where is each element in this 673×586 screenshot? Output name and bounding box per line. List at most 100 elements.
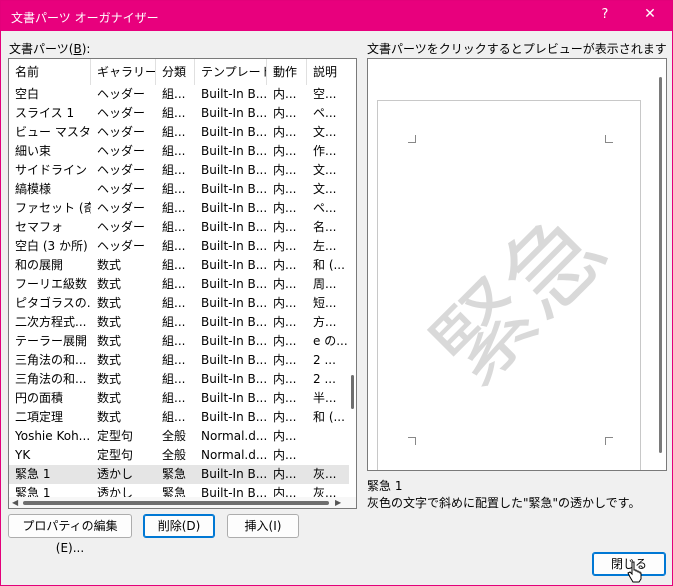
list-row[interactable]: 和の展開 数式 組... Built-In B... 内... 和 (... xyxy=(9,256,349,275)
cell-category: 組... xyxy=(162,87,186,101)
list-row[interactable]: 二次方程式... 数式 組... Built-In B... 内... 方... xyxy=(9,313,349,332)
cell-gallery: ヘッダー xyxy=(97,125,146,139)
list-row[interactable]: 三角法の和... 数式 組... Built-In B... 内... 2 ... xyxy=(9,370,349,389)
cell-template: Built-In B... xyxy=(201,467,267,481)
list-row[interactable]: 空白 (3 か所) ヘッダー 組... Built-In B... 内... 左... xyxy=(9,237,349,256)
cell-name: 二次方程式... xyxy=(15,315,87,329)
list-row[interactable]: ピタゴラスの... 数式 組... Built-In B... 内... 短... xyxy=(9,294,349,313)
cell-template: Built-In B... xyxy=(201,144,267,158)
cell-description: ペ... xyxy=(313,106,337,120)
cell-template: Built-In B... xyxy=(201,201,267,215)
cell-name: YK xyxy=(15,448,31,462)
help-button[interactable]: ? xyxy=(597,7,613,22)
list-row[interactable]: サイドライン ヘッダー 組... Built-In B... 内... 文... xyxy=(9,161,349,180)
list-row[interactable]: フーリエ級数 数式 組... Built-In B... 内... 周... xyxy=(9,275,349,294)
cell-gallery: 数式 xyxy=(97,277,122,291)
cell-gallery: ヘッダー xyxy=(97,220,146,234)
cell-category: 組... xyxy=(162,201,186,215)
cell-description: 2 ... xyxy=(313,353,336,367)
cell-behavior: 内... xyxy=(273,448,297,462)
cell-description: 和 (... xyxy=(313,258,345,272)
cell-template: Built-In B... xyxy=(201,372,267,386)
list-row[interactable]: ビュー マスターヘッダー 組... Built-In B... 内... 文... xyxy=(9,123,349,142)
cell-gallery: ヘッダー xyxy=(97,182,146,196)
cell-description: 2 ... xyxy=(313,372,336,386)
cell-category: 組... xyxy=(162,315,186,329)
column-header-description[interactable]: 説明 xyxy=(307,59,349,85)
cell-description: 文... xyxy=(313,182,337,196)
insert-button[interactable]: 挿入(I) xyxy=(227,514,299,538)
cell-gallery: 数式 xyxy=(97,372,122,386)
list-row[interactable]: 円の面積 数式 組... Built-In B... 内... 半... xyxy=(9,389,349,408)
scroll-left-icon[interactable]: ◀ xyxy=(12,498,18,507)
cell-gallery: ヘッダー xyxy=(97,106,146,120)
cell-template: Built-In B... xyxy=(201,410,267,424)
list-row[interactable]: Yoshie Koh... 定型句 全般 Normal.d... 内... xyxy=(9,427,349,446)
cell-name: 三角法の和... xyxy=(15,353,87,367)
cell-category: 全般 xyxy=(162,429,187,443)
list-row[interactable]: YK 定型句 全般 Normal.d... 内... xyxy=(9,446,349,465)
edit-properties-button[interactable]: プロパティの編集(E)... xyxy=(8,514,132,555)
list-horizontal-scrollbar[interactable]: ◀ ▶ xyxy=(9,497,356,508)
cell-gallery: 数式 xyxy=(97,258,122,272)
preview-page: 緊急 xyxy=(377,100,641,470)
cell-template: Built-In B... xyxy=(201,87,267,101)
list-row[interactable]: 緊急 1 透かし 緊急 Built-In B... 内... 灰... xyxy=(9,465,349,484)
list-header: 名前 ギャラリー 分類 テンプレート 動作 説明 xyxy=(9,59,356,85)
list-row[interactable]: 空白 ヘッダー 組... Built-In B... 内... 空... xyxy=(9,85,349,104)
cell-name: 円の面積 xyxy=(15,391,64,405)
cell-category: 組... xyxy=(162,372,186,386)
cell-description: 周... xyxy=(313,277,337,291)
cell-behavior: 内... xyxy=(273,106,297,120)
list-horizontal-scroll-thumb[interactable] xyxy=(23,501,329,505)
column-header-name[interactable]: 名前 xyxy=(9,59,91,85)
list-vertical-scrollbar[interactable] xyxy=(349,59,356,499)
building-blocks-list[interactable]: 名前 ギャラリー 分類 テンプレート 動作 説明 空白 ヘッダー 組... Built… xyxy=(8,58,357,509)
cell-gallery: ヘッダー xyxy=(97,163,146,177)
building-blocks-list-label: 文書パーツ(B): xyxy=(9,42,91,56)
list-row[interactable]: セマフォ ヘッダー 組... Built-In B... 内... 名... xyxy=(9,218,349,237)
selected-entry-description: 灰色の文字で斜めに配置した"緊急"の透かしです。 xyxy=(367,496,641,510)
preview-vertical-scroll-thumb[interactable] xyxy=(659,77,662,453)
close-window-button[interactable]: ✕ xyxy=(641,6,659,22)
list-row[interactable]: テーラー展開 数式 組... Built-In B... 内... e の... xyxy=(9,332,349,351)
cell-gallery: 定型句 xyxy=(97,429,134,443)
cell-name: 空白 (3 か所) xyxy=(15,239,88,253)
list-vertical-scroll-thumb[interactable] xyxy=(351,375,354,409)
cell-description: e の... xyxy=(313,334,348,348)
cell-template: Built-In B... xyxy=(201,239,267,253)
cell-gallery: ヘッダー xyxy=(97,87,146,101)
cell-description: ペ... xyxy=(313,201,337,215)
list-row[interactable]: 三角法の和... 数式 組... Built-In B... 内... 2 ... xyxy=(9,351,349,370)
column-header-gallery[interactable]: ギャラリー xyxy=(91,59,156,85)
cell-description: 半... xyxy=(313,391,337,405)
cell-behavior: 内... xyxy=(273,239,297,253)
cell-category: 組... xyxy=(162,391,186,405)
cell-behavior: 内... xyxy=(273,220,297,234)
cell-template: Normal.d... xyxy=(201,448,267,462)
delete-button[interactable]: 削除(D) xyxy=(143,514,215,538)
scroll-right-icon[interactable]: ▶ xyxy=(335,498,341,507)
cell-name: サイドライン xyxy=(15,163,88,177)
list-row[interactable]: 細い束 ヘッダー 組... Built-In B... 内... 作... xyxy=(9,142,349,161)
column-header-template[interactable]: テンプレート xyxy=(195,59,267,85)
cell-template: Built-In B... xyxy=(201,220,267,234)
list-row[interactable]: ファセット (奇... ヘッダー 組... Built-In B... 内... ペ... xyxy=(9,199,349,218)
column-header-behavior[interactable]: 動作 xyxy=(267,59,307,85)
margin-mark-top-right xyxy=(605,135,613,143)
cell-gallery: ヘッダー xyxy=(97,144,146,158)
cell-category: 組... xyxy=(162,182,186,196)
cell-template: Normal.d... xyxy=(201,429,267,443)
list-row[interactable]: スライス 1 ヘッダー 組... Built-In B... 内... ペ... xyxy=(9,104,349,123)
cell-gallery: 数式 xyxy=(97,296,122,310)
preview-vertical-scrollbar[interactable] xyxy=(655,59,666,470)
list-row[interactable]: 縞模様 ヘッダー 組... Built-In B... 内... 文... xyxy=(9,180,349,199)
cell-template: Built-In B... xyxy=(201,163,267,177)
selected-entry-name: 緊急 1 xyxy=(367,479,403,493)
list-row[interactable]: 二項定理 数式 組... Built-In B... 内... 和 (... xyxy=(9,408,349,427)
column-header-category[interactable]: 分類 xyxy=(156,59,195,85)
cell-description: 作... xyxy=(313,144,337,158)
cell-description: 空... xyxy=(313,87,337,101)
cell-category: 組... xyxy=(162,410,186,424)
cell-behavior: 内... xyxy=(273,334,297,348)
